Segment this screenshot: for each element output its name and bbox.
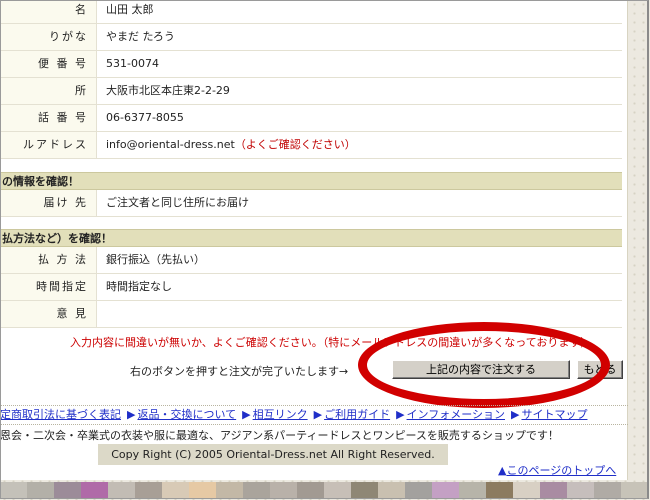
info-row: ルアドレス info@oriental-dress.net（よくご確認ください） — [0, 132, 622, 159]
color-swatch — [0, 482, 27, 499]
color-swatch — [297, 482, 324, 499]
info-row-label: 払 方 法 — [38, 253, 88, 266]
info-row-value-cell: 531-0074 — [106, 51, 159, 77]
confirmation-warning: 入力内容に間違いが無いか、よくご確認ください。（特にメールアドレスの間違いが多く… — [70, 336, 592, 349]
info-row-label: 時間指定 — [36, 280, 88, 293]
info-row: 届け 先 ご注文者と同じ住所にお届け — [0, 190, 622, 217]
info-row-label-cell: 話 番 号 — [0, 105, 97, 131]
info-row: 払 方 法 銀行振込（先払い） — [0, 247, 622, 274]
info-row-value: 531-0074 — [106, 57, 159, 70]
info-row-label: 届け 先 — [43, 196, 88, 209]
info-row-value-cell: 06-6377-8055 — [106, 105, 184, 131]
color-swatch — [216, 482, 243, 499]
color-swatch — [135, 482, 162, 499]
info-row-label: 話 番 号 — [38, 111, 88, 124]
back-button[interactable]: もどる — [577, 360, 623, 379]
info-row-label: 所 — [75, 84, 88, 97]
footer-link[interactable]: インフォメーション — [407, 408, 505, 421]
info-row-value: info@oriental-dress.net — [106, 138, 235, 151]
info-row-value-cell: 銀行振込（先払い） — [106, 247, 205, 273]
color-swatch — [486, 482, 513, 499]
color-swatch — [351, 482, 378, 499]
color-swatch — [378, 482, 405, 499]
triangle-right-icon: ▶ — [511, 408, 520, 421]
color-swatch — [108, 482, 135, 499]
color-swatch-strip — [0, 482, 648, 499]
info-row-label-cell: 払 方 法 — [0, 247, 97, 273]
info-row-value-cell: 大阪市北区本庄東2-2-29 — [106, 78, 230, 104]
info-row-value-cell: やまだ たろう — [106, 24, 175, 50]
info-row: りがな やまだ たろう — [0, 24, 622, 51]
info-row-value: 山田 太郎 — [106, 3, 154, 16]
color-swatch — [567, 482, 594, 499]
triangle-right-icon: ▶ — [313, 408, 323, 421]
info-row-value-cell: 時間指定なし — [106, 274, 172, 300]
page-top-link-wrap: ▲このページのトップへ — [498, 462, 616, 478]
info-row-value: 大阪市北区本庄東2-2-29 — [106, 84, 230, 97]
color-swatch — [81, 482, 108, 499]
info-row-label: ルアドレス — [23, 138, 88, 151]
info-row-note: （よくご確認ください） — [234, 138, 356, 151]
info-row-value: 06-6377-8055 — [106, 111, 184, 124]
info-row-label-cell: 意 見 — [0, 301, 97, 327]
info-row-label-cell: ルアドレス — [0, 132, 97, 158]
payment-section-heading: 払方法など）を確認！ — [0, 229, 622, 247]
footer-link-bar: 定商取引法に基づく表記 ▶ 返品・交換について ▶ 相互リンク ▶ ご利用ガイド ▶ インフォメ… — [0, 405, 628, 425]
submit-order-button[interactable]: 上記の内容で注文する — [392, 360, 570, 379]
order-confirmation-panel: 名 山田 太郎りがな やまだ たろう便 番 号 531-0074 所 大阪市北区本庄東2-… — [0, 0, 628, 480]
color-swatch — [594, 482, 621, 499]
info-row-label-cell: 時間指定 — [0, 274, 97, 300]
color-swatch — [54, 482, 81, 499]
triangle-right-icon: ▶ — [127, 408, 136, 421]
info-row-label-cell: 便 番 号 — [0, 51, 97, 77]
shop-tagline: 恩会・二次会・卒業式の衣装や服に最適な、アジアン系パーティードレスとワンピースを… — [0, 429, 559, 442]
color-swatch — [459, 482, 486, 499]
color-swatch — [270, 482, 297, 499]
color-swatch — [405, 482, 432, 499]
info-row: 便 番 号 531-0074 — [0, 51, 622, 78]
info-row-value-cell: 山田 太郎 — [106, 0, 154, 23]
footer-link[interactable]: 相互リンク — [253, 408, 308, 421]
info-row-label: 意 見 — [56, 307, 88, 320]
color-swatch — [513, 482, 540, 499]
info-row-label-cell: 届け 先 — [0, 190, 97, 216]
info-row-value: 時間指定なし — [106, 280, 172, 293]
info-row-value: ご注文者と同じ住所にお届け — [106, 196, 249, 209]
color-swatch — [540, 482, 567, 499]
color-swatch — [621, 482, 648, 499]
info-row-label-cell: りがな — [0, 24, 97, 50]
info-row-value-cell: ご注文者と同じ住所にお届け — [106, 190, 249, 216]
triangle-right-icon: ▶ — [396, 408, 405, 421]
footer-link[interactable]: 返品・交換について — [137, 408, 236, 421]
info-row: 意 見 — [0, 301, 622, 328]
color-swatch — [162, 482, 189, 499]
info-row-label-cell: 所 — [0, 78, 97, 104]
copyright-bar: Copy Right (C) 2005 Oriental-Dress.net A… — [98, 444, 448, 465]
info-row: 時間指定 時間指定なし — [0, 274, 622, 301]
info-row-value-cell: info@oriental-dress.net（よくご確認ください） — [106, 132, 356, 158]
footer-link[interactable]: ご利用ガイド — [324, 408, 390, 421]
info-row-value: 銀行振込（先払い） — [106, 253, 205, 266]
color-swatch — [432, 482, 459, 499]
triangle-right-icon: ▶ — [242, 408, 251, 421]
color-swatch — [189, 482, 216, 499]
color-swatch — [324, 482, 351, 499]
footer-link[interactable]: サイトマップ — [521, 408, 587, 421]
delivery-section-heading: の情報を確認！ — [0, 172, 622, 190]
color-swatch — [243, 482, 270, 499]
footer-link[interactable]: 定商取引法に基づく表記 — [0, 408, 121, 421]
info-row: 所 大阪市北区本庄東2-2-29 — [0, 78, 622, 105]
info-row-label: 便 番 号 — [38, 57, 88, 70]
info-row-label: りがな — [49, 30, 88, 43]
info-row: 名 山田 太郎 — [0, 0, 622, 24]
page-top-link[interactable]: このページのトップへ — [506, 464, 616, 477]
color-swatch — [27, 482, 54, 499]
order-instruction: 右のボタンを押すと注文が完了いたします→ — [130, 365, 349, 378]
info-row-value: やまだ たろう — [106, 30, 175, 43]
info-row: 話 番 号 06-6377-8055 — [0, 105, 622, 132]
info-row-label: 名 — [75, 3, 88, 16]
info-row-label-cell: 名 — [0, 0, 97, 23]
